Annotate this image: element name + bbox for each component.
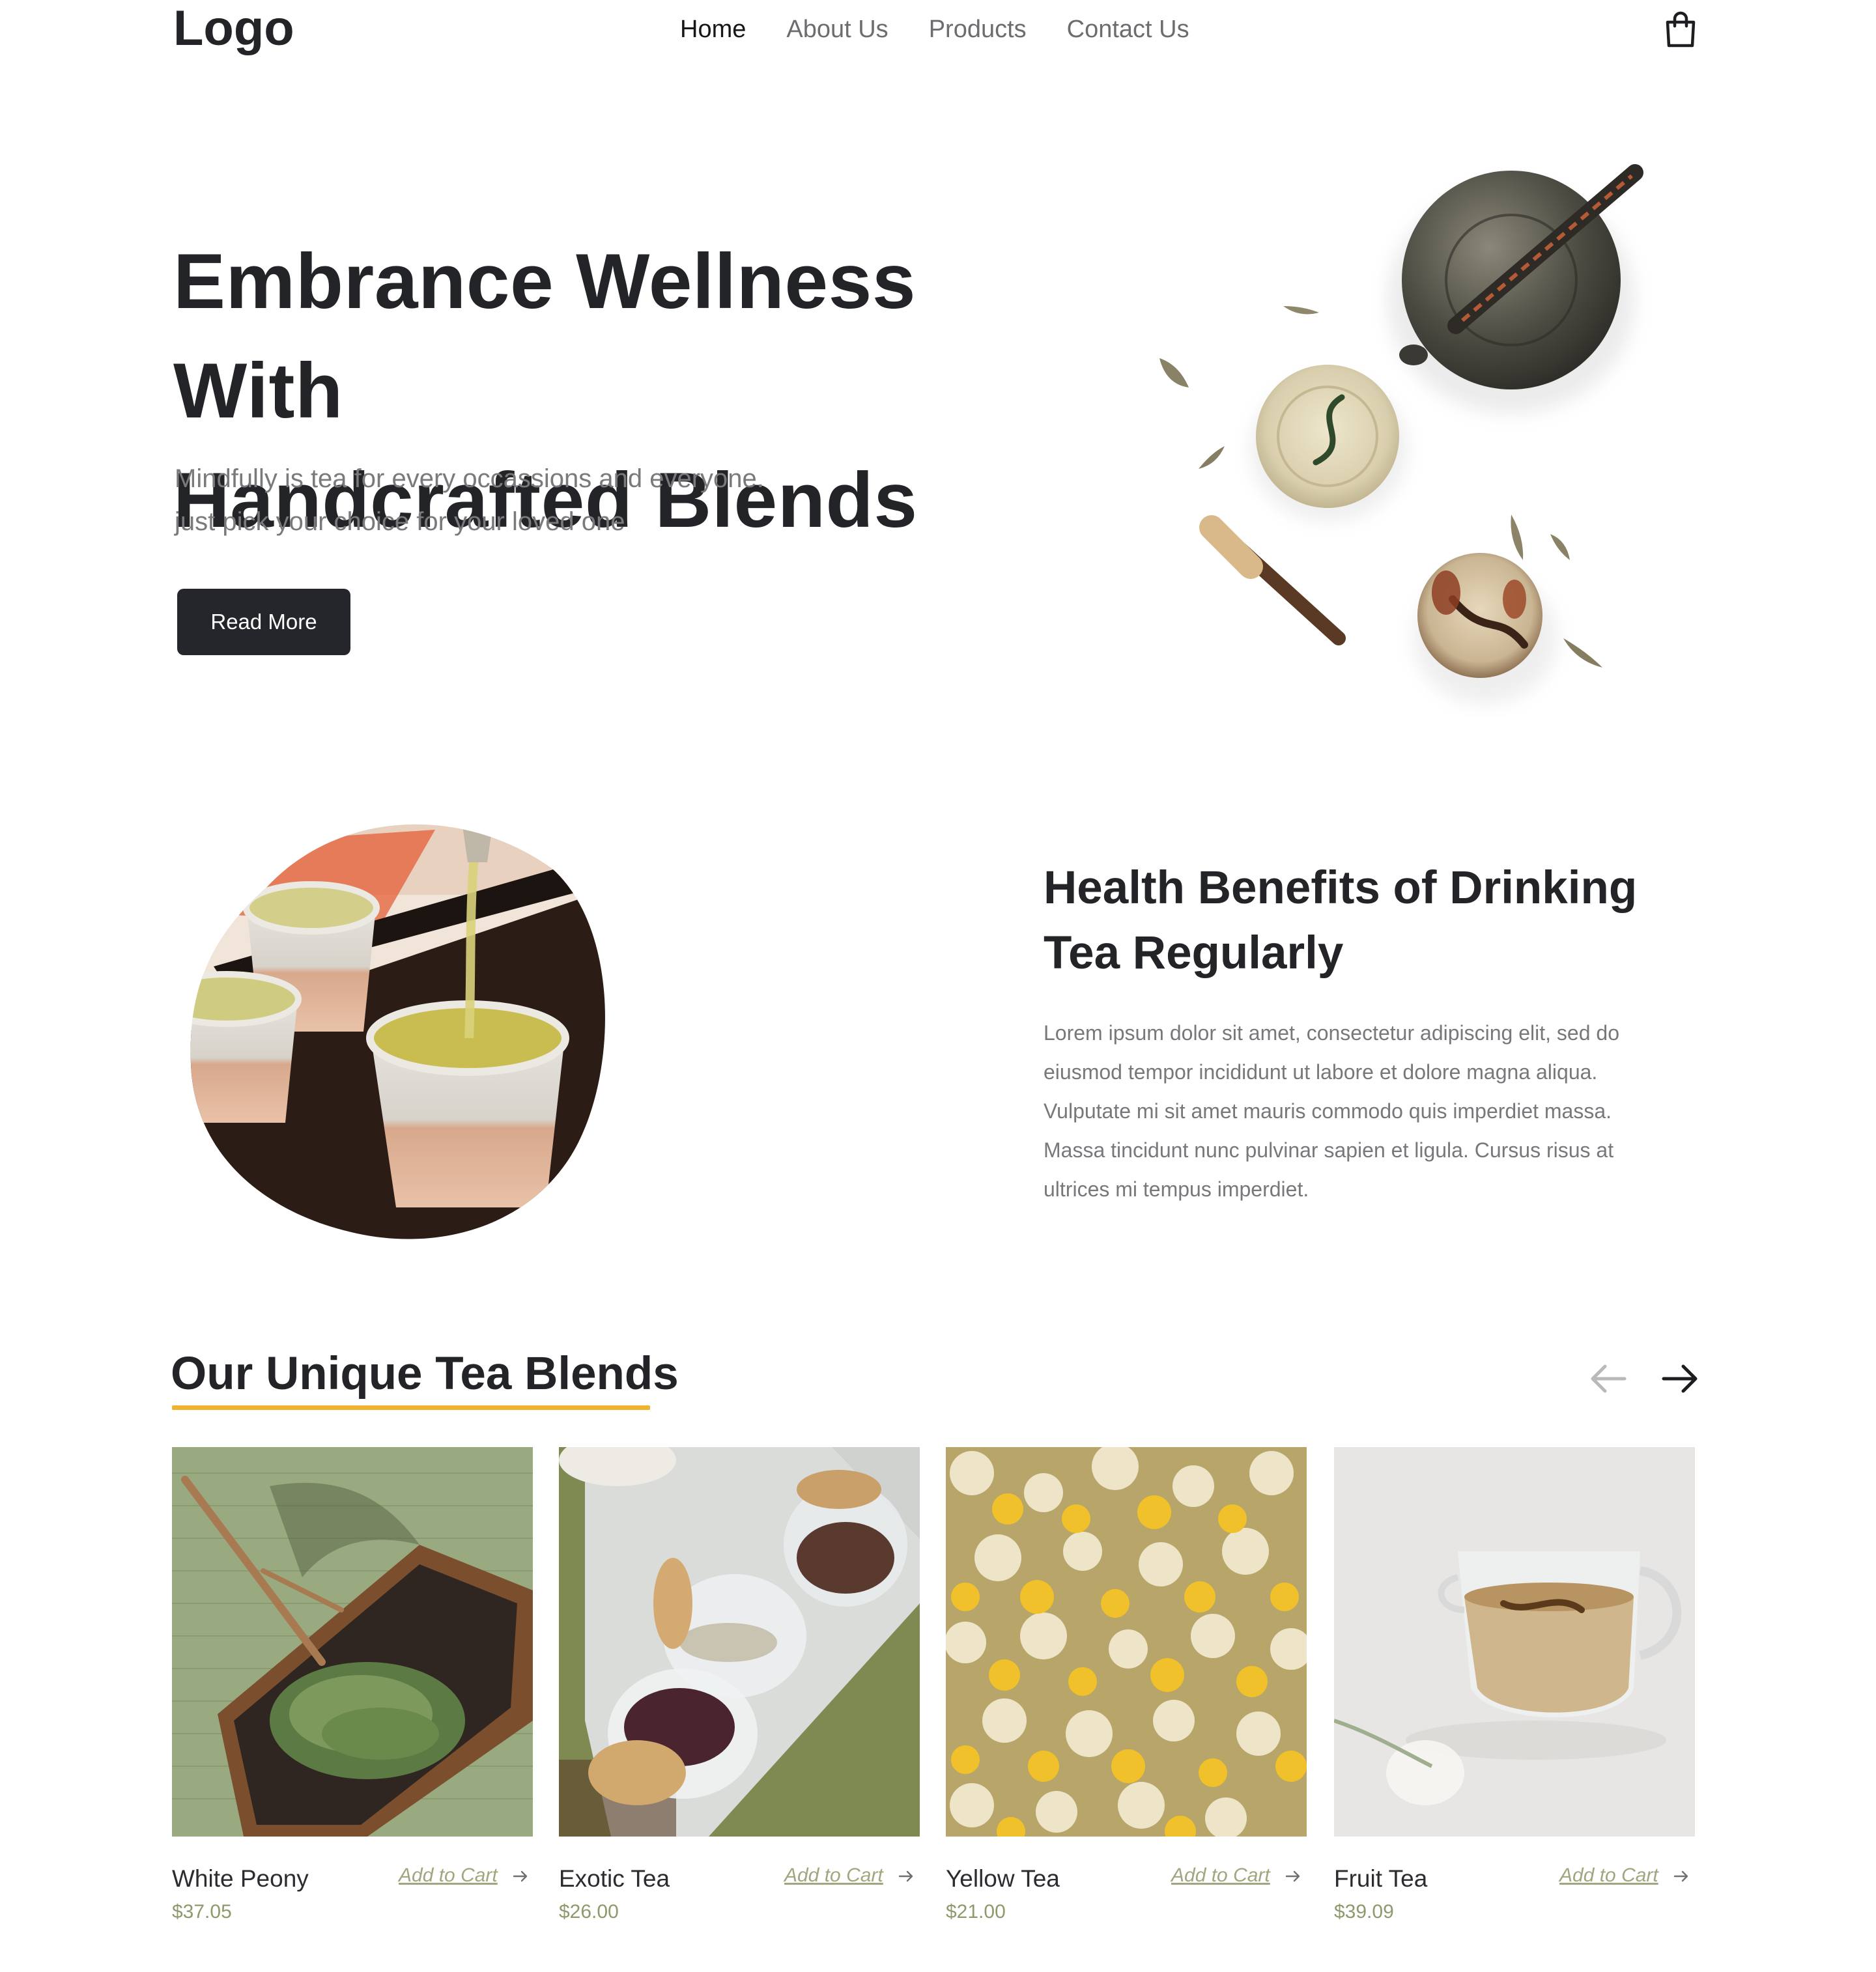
hero-subtitle-line-1: Mindfully is tea for every occassions an… — [175, 464, 764, 493]
product-image-exotic-tea[interactable] — [559, 1447, 920, 1837]
shopping-bag-icon[interactable] — [1664, 10, 1698, 48]
benefits-text-line: ultrices mi tempus imperdiet. — [1044, 1177, 1309, 1201]
nav-home[interactable]: Home — [680, 13, 746, 46]
hero-title-line-1: Embrance Wellness With — [173, 238, 917, 434]
benefits-title: Health Benefits of Drinking Tea Regularl… — [1044, 856, 1727, 986]
add-to-cart-link[interactable]: Add to Cart — [399, 1861, 498, 1890]
add-to-cart-link[interactable]: Add to Cart — [784, 1861, 883, 1890]
main-nav: Home About Us Products Contact Us — [680, 13, 1189, 46]
product-price: $21.00 — [946, 1901, 1006, 1923]
product-name[interactable]: White Peony — [172, 1863, 309, 1895]
benefits-title-line-1: Health Benefits of Drinking — [1044, 862, 1638, 914]
nav-about-us[interactable]: About Us — [786, 13, 888, 46]
nav-products[interactable]: Products — [929, 13, 1027, 46]
product-name[interactable]: Exotic Tea — [559, 1863, 670, 1895]
add-to-cart-link[interactable]: Add to Cart — [1559, 1861, 1658, 1890]
add-to-cart-link[interactable]: Add to Cart — [1171, 1861, 1270, 1890]
logo[interactable]: Logo — [173, 1, 294, 56]
hero-subtitle-line-2: just pick your choice for your loved one — [175, 507, 625, 536]
benefits-text-line: Massa tincidunt nunc pulvinar sapien et … — [1044, 1138, 1614, 1162]
benefits-title-line-2: Tea Regularly — [1044, 927, 1344, 979]
arrow-right-icon[interactable] — [898, 1868, 915, 1885]
product-price: $37.05 — [172, 1901, 232, 1923]
arrow-right-icon[interactable] — [512, 1868, 529, 1885]
nav-contact-us[interactable]: Contact Us — [1067, 13, 1189, 46]
product-price: $26.00 — [559, 1901, 619, 1923]
blends-title: Our Unique Tea Blends — [171, 1348, 679, 1400]
benefits-text-line: eiusmod tempor incididunt ut labore et d… — [1044, 1060, 1598, 1084]
product-image-yellow-tea[interactable] — [946, 1447, 1307, 1837]
blends-title-underline — [172, 1405, 650, 1410]
arrow-left-icon[interactable] — [1585, 1356, 1631, 1402]
product-image-fruit-tea[interactable] — [1334, 1447, 1695, 1837]
tea-cups-image — [190, 824, 605, 1239]
benefits-text-line: Lorem ipsum dolor sit amet, consectetur … — [1044, 1021, 1619, 1045]
read-more-button[interactable]: Read More — [177, 589, 350, 655]
benefits-text: Lorem ipsum dolor sit amet, consectetur … — [1044, 1013, 1695, 1209]
product-price: $39.09 — [1334, 1901, 1394, 1923]
arrow-right-icon[interactable] — [1673, 1868, 1690, 1885]
product-image-white-peony[interactable] — [172, 1447, 533, 1837]
product-name[interactable]: Fruit Tea — [1334, 1863, 1427, 1895]
arrow-right-icon[interactable] — [1657, 1356, 1703, 1402]
product-name[interactable]: Yellow Tea — [946, 1863, 1060, 1895]
arrow-right-icon[interactable] — [1285, 1868, 1301, 1885]
hero-subtitle: Mindfully is tea for every occassions an… — [175, 457, 956, 543]
benefits-text-line: Vulputate mi sit amet mauris commodo qui… — [1044, 1099, 1612, 1123]
hero-tea-set-image — [1159, 164, 1643, 703]
